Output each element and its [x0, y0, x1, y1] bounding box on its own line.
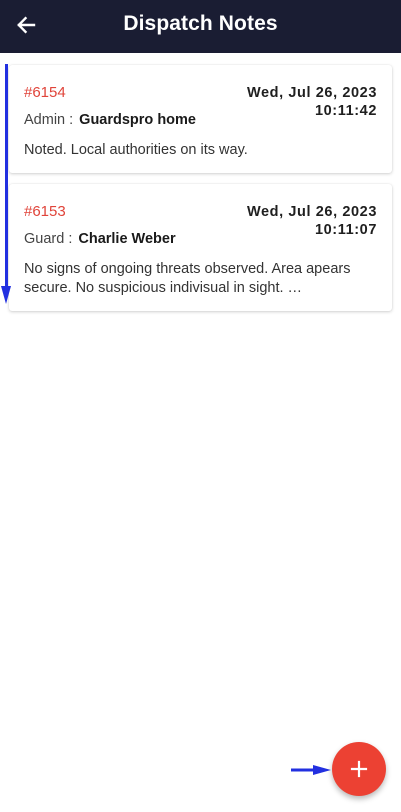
note-id: #6153 [24, 203, 66, 220]
note-message: Noted. Local authorities on its way. [24, 142, 248, 158]
note-card[interactable]: #6154 Wed, Jul 26, 2023 10:11:42 Admin :… [9, 65, 392, 173]
add-note-button[interactable] [332, 742, 386, 796]
note-timestamp: Wed, Jul 26, 2023 10:11:42 [247, 84, 377, 120]
author-role: Guard : [24, 231, 73, 247]
author-name: Guardspro home [79, 112, 196, 128]
note-time: 10:11:42 [314, 103, 377, 119]
notes-list: #6154 Wed, Jul 26, 2023 10:11:42 Admin :… [9, 65, 392, 322]
page-title: Dispatch Notes [123, 12, 278, 35]
note-id: #6154 [24, 84, 66, 101]
note-date: Wed, Jul 26, 2023 [246, 204, 377, 220]
app-header: Dispatch Notes [0, 0, 401, 53]
note-card[interactable]: #6153 Wed, Jul 26, 2023 10:11:07 Guard :… [9, 184, 392, 311]
note-time: 10:11:07 [314, 222, 377, 238]
note-author: Guard : Charlie Weber [24, 231, 176, 247]
author-name: Charlie Weber [78, 231, 176, 247]
plus-icon [350, 760, 368, 778]
dispatch-notes-screen: Dispatch Notes #6154 Wed, Jul 26, 2023 1… [0, 0, 401, 812]
annotation-scroll-arrow-head [1, 286, 11, 304]
annotation-scroll-arrow-line [5, 64, 8, 294]
note-date: Wed, Jul 26, 2023 [246, 85, 377, 101]
note-timestamp: Wed, Jul 26, 2023 10:11:07 [247, 203, 377, 239]
note-message: No signs of ongoing threats observed. Ar… [24, 261, 351, 296]
note-author: Admin : Guardspro home [24, 112, 196, 128]
annotation-arrow-icon [291, 765, 331, 775]
author-role: Admin : [24, 112, 74, 128]
